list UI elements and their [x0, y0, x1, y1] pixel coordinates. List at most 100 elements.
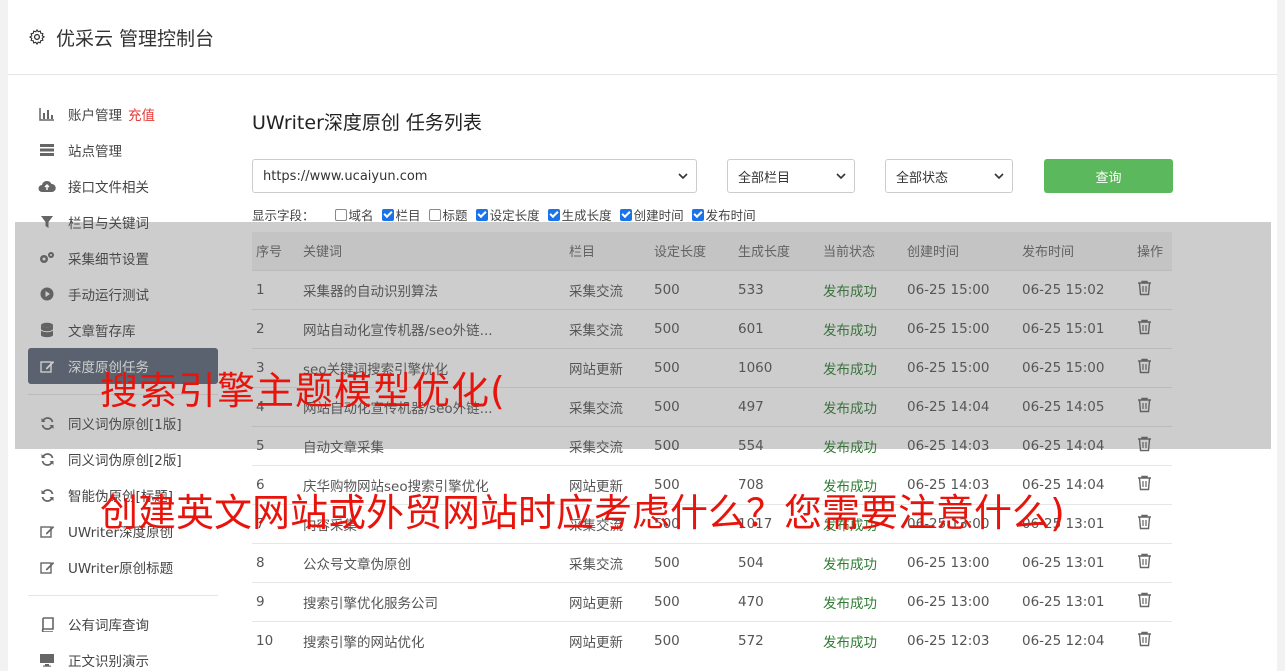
table-cell: 601	[734, 308, 819, 348]
table-cell: 采集器的自动识别算法	[299, 269, 565, 309]
table-cell: 06-25 15:01	[1018, 308, 1133, 348]
table-cell: 网站自动化宣传机器/seo外链...	[299, 308, 565, 348]
field-checkbox-created[interactable]: 创建时间	[619, 205, 684, 224]
sidebar-item-label: 手动运行测试	[68, 288, 149, 304]
field-checkbox-set-length[interactable]: 设定长度	[475, 205, 540, 224]
trash-icon[interactable]	[1137, 475, 1152, 495]
table-cell: 发布成功	[819, 269, 903, 309]
sidebar-item-account[interactable]: 账户管理 充值	[28, 96, 218, 132]
trash-icon[interactable]	[1137, 436, 1152, 456]
overlay-title-line1: 搜索引擎主题模型优化(	[100, 369, 506, 413]
table-cell: 10	[252, 620, 299, 660]
query-button[interactable]: 查询	[1044, 159, 1173, 193]
checkbox-label: 创建时间	[633, 208, 684, 223]
status-select-value: 全部状态	[896, 170, 949, 186]
sidebar-divider	[28, 595, 218, 596]
table-cell: 06-25 14:04	[903, 386, 1018, 426]
table-cell: 发布成功	[819, 386, 903, 426]
trash-icon[interactable]	[1137, 319, 1152, 339]
sidebar-item-manual-run[interactable]: 手动运行测试	[28, 276, 218, 312]
checkbox[interactable]	[619, 208, 632, 221]
table-cell-actions	[1133, 503, 1172, 543]
table-cell: 572	[734, 620, 819, 660]
table-cell: 8	[252, 542, 299, 582]
sidebar-item-article-storage[interactable]: 文章暂存库	[28, 312, 218, 348]
gear-icon	[28, 28, 46, 46]
checkbox[interactable]	[428, 208, 441, 221]
trash-icon[interactable]	[1137, 358, 1152, 378]
refresh-icon	[38, 450, 56, 468]
field-checkbox-title[interactable]: 标题	[428, 205, 468, 224]
sidebar-item-label: 账户管理	[68, 108, 122, 124]
table-cell-actions	[1133, 464, 1172, 504]
table-cell: 9	[252, 581, 299, 621]
table-cell: 06-25 13:00	[903, 581, 1018, 621]
table-cell: 网站更新	[565, 620, 650, 660]
table-cell: 采集交流	[565, 269, 650, 309]
table-cell: 500	[650, 425, 734, 465]
table-cell: 搜索引擎优化服务公司	[299, 581, 565, 621]
table-cell-actions	[1133, 542, 1172, 582]
field-checkbox-column[interactable]: 栏目	[381, 205, 421, 224]
sidebar-item-text-recognition[interactable]: 正文识别演示	[28, 642, 218, 671]
sidebar-item-columns-keywords[interactable]: 栏目与关键词	[28, 204, 218, 240]
trash-icon[interactable]	[1137, 553, 1152, 573]
table-cell: 500	[650, 542, 734, 582]
table-cell: 504	[734, 542, 819, 582]
sidebar-item-label: 公有词库查询	[68, 618, 149, 634]
table-cell: 554	[734, 425, 819, 465]
checkbox[interactable]	[475, 208, 488, 221]
checkbox-label: 生成长度	[561, 208, 612, 223]
table-cell-actions	[1133, 425, 1172, 465]
checkbox[interactable]	[691, 208, 704, 221]
checkbox-label: 标题	[442, 208, 468, 223]
display-fields: 显示字段： 域名 栏目 标题 设定长度 生成长度 创建时间 发布时间	[252, 205, 1252, 224]
col-header: 栏目	[565, 232, 650, 270]
table-cell-actions	[1133, 581, 1172, 621]
col-header: 设定长度	[650, 232, 734, 270]
table-cell: 06-25 13:01	[1018, 581, 1133, 621]
trash-icon[interactable]	[1137, 280, 1152, 300]
sidebar-item-interface-files[interactable]: 接口文件相关	[28, 168, 218, 204]
database-icon	[38, 321, 56, 339]
col-header: 当前状态	[819, 232, 903, 270]
recharge-link[interactable]: 充值	[128, 104, 155, 124]
trash-icon[interactable]	[1137, 631, 1152, 651]
table-row: 8 公众号文章伪原创 采集交流 500 504 发布成功 06-25 13:00 06-25 …	[252, 542, 1172, 582]
field-checkbox-published[interactable]: 发布时间	[691, 205, 756, 224]
table-cell: 公众号文章伪原创	[299, 542, 565, 582]
table-cell: 5	[252, 425, 299, 465]
checkbox[interactable]	[334, 208, 347, 221]
table-header-row: 序号 关键词 栏目 设定长度 生成长度 当前状态 创建时间 发布时间 操作	[252, 232, 1172, 270]
status-select[interactable]: 全部状态	[885, 159, 1013, 193]
table-cell: 搜索引擎的网站优化	[299, 620, 565, 660]
site-select[interactable]: https://www.ucaiyun.com	[252, 159, 697, 193]
site-select-value: https://www.ucaiyun.com	[263, 168, 428, 184]
trash-icon[interactable]	[1137, 514, 1152, 534]
table-cell-actions	[1133, 308, 1172, 348]
field-checkbox-gen-length[interactable]: 生成长度	[547, 205, 612, 224]
col-header: 创建时间	[903, 232, 1018, 270]
server-icon	[38, 141, 56, 159]
checkbox[interactable]	[547, 208, 560, 221]
sidebar-item-synonym-v2[interactable]: 同义词伪原创[2版]	[28, 441, 218, 477]
trash-icon[interactable]	[1137, 397, 1152, 417]
sidebar-item-collect-settings[interactable]: 采集细节设置	[28, 240, 218, 276]
table-cell: 500	[650, 347, 734, 387]
table-cell: 500	[650, 581, 734, 621]
table-row: 5 自动文章采集 采集交流 500 554 发布成功 06-25 14:03 06-25 14…	[252, 425, 1172, 465]
sidebar-item-uwriter-title[interactable]: UWriter原创标题	[28, 549, 218, 585]
table-cell: 发布成功	[819, 581, 903, 621]
chevron-down-icon	[994, 173, 1004, 180]
checkbox[interactable]	[381, 208, 394, 221]
table-body: 1 采集器的自动识别算法 采集交流 500 533 发布成功 06-25 15:00 06-2…	[252, 269, 1172, 660]
page-title: UWriter深度原创 任务列表	[252, 112, 482, 134]
table-cell: 网站更新	[565, 581, 650, 621]
sidebar-item-public-lexicon[interactable]: 公有词库查询	[28, 606, 218, 642]
field-checkbox-domain[interactable]: 域名	[334, 205, 374, 224]
col-header: 生成长度	[734, 232, 819, 270]
table-cell: 06-25 15:00	[903, 308, 1018, 348]
trash-icon[interactable]	[1137, 592, 1152, 612]
sidebar-item-sites[interactable]: 站点管理	[28, 132, 218, 168]
column-select[interactable]: 全部栏目	[727, 159, 855, 193]
